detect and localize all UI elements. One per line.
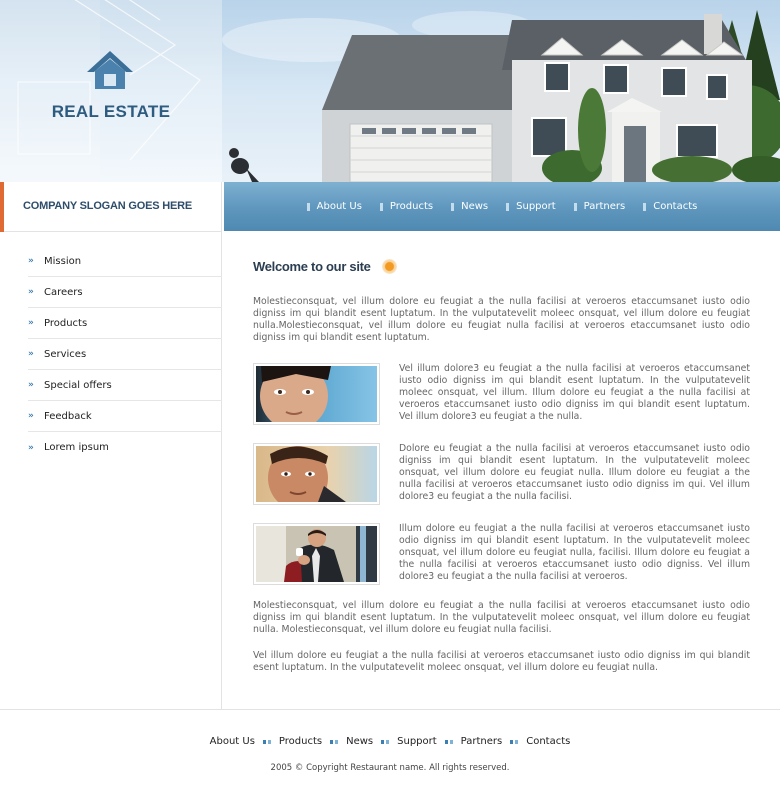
nav-item-label: Support — [516, 201, 556, 212]
nav-item-label: News — [461, 201, 489, 212]
person-photo-3[interactable] — [253, 523, 380, 585]
footer-link-news[interactable]: News — [346, 736, 373, 747]
bar-marker-icon — [573, 202, 577, 211]
double-chevron-right-icon: » — [28, 318, 34, 328]
double-chevron-right-icon: » — [28, 287, 34, 297]
footer-link-partners[interactable]: Partners — [461, 736, 503, 747]
footer-link-contacts[interactable]: Contacts — [526, 736, 570, 747]
nav-item-support[interactable]: Support — [506, 201, 556, 212]
person-item: Vel illum dolore3 eu feugiat a the nulla… — [253, 363, 750, 427]
sidebar-item-label: Special offers — [44, 379, 112, 391]
nav-item-label: Contacts — [653, 201, 698, 212]
separator-icon — [262, 739, 271, 744]
site-footer: About Us Products News Support Partners … — [0, 709, 780, 800]
bar-marker-icon — [451, 202, 455, 211]
logo-text[interactable]: REAL ESTATE — [0, 102, 222, 122]
house-illustration — [222, 10, 780, 182]
sidebar-item-special-offers[interactable]: » Special offers — [28, 370, 222, 401]
separator-icon — [444, 739, 453, 744]
separator-icon — [330, 739, 339, 744]
site-header: REAL ESTATE — [0, 0, 780, 182]
bar-marker-icon — [306, 202, 310, 211]
double-chevron-right-icon: » — [28, 411, 34, 421]
nav-item-news[interactable]: News — [451, 201, 488, 212]
nav-item-products[interactable]: Products — [379, 201, 434, 212]
sidebar-item-mission[interactable]: » Mission — [28, 246, 222, 277]
sidebar-item-careers[interactable]: » Careers — [28, 277, 222, 308]
sidebar-item-label: Mission — [44, 255, 82, 267]
sidebar-menu: » Mission » Careers » Products » Service… — [28, 246, 222, 463]
nav-item-label: About Us — [316, 201, 362, 212]
footer-link-about-us[interactable]: About Us — [210, 736, 255, 747]
header-house-photo — [222, 0, 780, 182]
sidebar-item-services[interactable]: » Services — [28, 339, 222, 370]
decorative-lines — [0, 0, 201, 182]
bar-marker-icon — [643, 202, 647, 211]
nav-item-label: Products — [389, 201, 434, 212]
welcome-heading: Welcome to our site — [253, 259, 397, 274]
sidebar-item-products[interactable]: » Products — [28, 308, 222, 339]
footer-link-products[interactable]: Products — [279, 736, 322, 747]
bar-marker-icon — [506, 202, 510, 211]
double-chevron-right-icon: » — [28, 256, 34, 266]
sidebar-item-label: Services — [44, 348, 87, 360]
bar-marker-icon — [379, 202, 383, 211]
nav-item-about-us[interactable]: About Us — [306, 201, 362, 212]
sidebar-item-feedback[interactable]: » Feedback — [28, 401, 222, 432]
slogan-accent-bar — [0, 182, 4, 232]
page-title: Welcome to our site — [253, 259, 371, 274]
house-icon[interactable] — [86, 50, 134, 90]
double-chevron-right-icon: » — [28, 442, 34, 453]
intro-paragraph: Molestieconsquat, vel illum dolore eu fe… — [253, 296, 750, 343]
footer-link-support[interactable]: Support — [397, 736, 437, 747]
person-description: Vel illum dolore3 eu feugiat a the nulla… — [399, 363, 750, 422]
logo-panel: REAL ESTATE — [0, 0, 222, 182]
person-description: Illum dolore eu feugiat a the nulla faci… — [399, 523, 750, 582]
body-paragraph: Molestieconsquat, vel illum dolore eu fe… — [253, 600, 750, 635]
person-photo-2[interactable] — [253, 443, 380, 505]
sidebar-item-label: Lorem ipsum — [44, 442, 109, 453]
company-slogan: COMPANY SLOGAN GOES HERE — [23, 200, 192, 212]
left-sidebar: » Mission » Careers » Products » Service… — [0, 232, 222, 709]
sidebar-item-label: Products — [44, 317, 88, 329]
nav-item-label: Partners — [583, 201, 626, 212]
slogan-box: COMPANY SLOGAN GOES HERE — [0, 182, 222, 232]
double-chevron-right-icon: » — [28, 349, 34, 359]
top-navigation: About Us Products News Support Partners … — [224, 182, 780, 231]
sidebar-item-label: Careers — [44, 286, 83, 298]
person-item: Illum dolore eu feugiat a the nulla faci… — [253, 523, 750, 587]
person-item: Dolore eu feugiat a the nulla facilisi a… — [253, 443, 750, 507]
footer-navigation: About Us Products News Support Partners … — [0, 736, 780, 747]
main-content: Welcome to our site Molestieconsquat, ve… — [223, 232, 780, 709]
sidebar-item-lorem-ipsum[interactable]: » Lorem ipsum — [28, 432, 222, 463]
nav-item-partners[interactable]: Partners — [573, 201, 626, 212]
double-chevron-right-icon: » — [28, 380, 34, 390]
sidebar-item-label: Feedback — [44, 410, 92, 422]
orange-dot-icon — [381, 259, 397, 274]
person-photo-1[interactable] — [253, 363, 380, 425]
body-paragraph: Vel illum dolore eu feugiat a the nulla … — [253, 650, 750, 673]
separator-icon — [381, 739, 390, 744]
copyright-text: 2005 © Copyright Restaurant name. All ri… — [270, 763, 510, 773]
person-description: Dolore eu feugiat a the nulla facilisi a… — [399, 443, 750, 502]
nav-item-contacts[interactable]: Contacts — [643, 201, 697, 212]
separator-icon — [510, 739, 519, 744]
